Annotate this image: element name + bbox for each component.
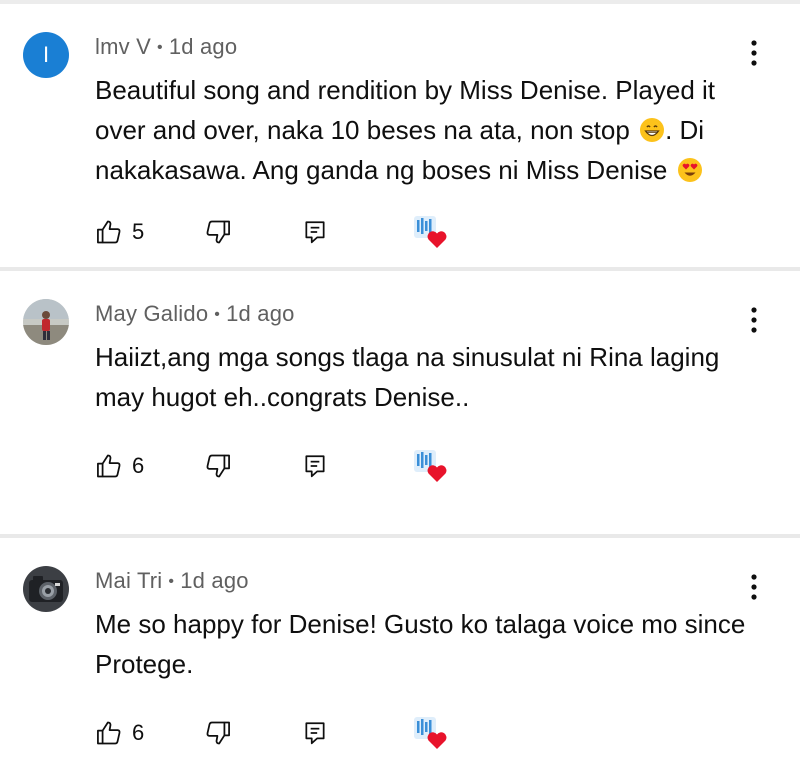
grinning-face-emoji <box>640 118 665 142</box>
comment-actions: 6 <box>95 713 495 753</box>
reply-button[interactable] <box>302 446 328 486</box>
author-name[interactable]: Mai Tri <box>95 568 162 593</box>
comment-actions: 6 <box>95 446 495 486</box>
reply-icon <box>305 221 325 244</box>
comment-text-part: Beautiful song and rendition by Miss Den… <box>95 75 716 145</box>
creator-heart-icon <box>414 717 447 749</box>
comment-item: I lmv V • 1d ago Beautiful song and rendit… <box>0 4 800 267</box>
reply-button[interactable] <box>302 212 328 252</box>
dislike-button[interactable] <box>204 713 232 753</box>
creator-heart <box>412 212 448 252</box>
reply-button[interactable] <box>302 713 328 753</box>
more-vert-icon <box>751 574 757 600</box>
meta-separator: • <box>157 39 163 56</box>
reply-icon <box>305 455 325 478</box>
like-button[interactable]: 5 <box>95 212 144 252</box>
author-name[interactable]: May Galido <box>95 301 208 326</box>
like-button[interactable]: 6 <box>95 446 144 486</box>
comment-meta: May Galido • 1d ago <box>95 301 295 327</box>
thumbs-up-icon <box>97 721 121 745</box>
meta-separator: • <box>168 573 175 590</box>
like-count: 6 <box>132 720 145 745</box>
like-count: 5 <box>132 219 145 244</box>
thumbs-down-icon <box>206 454 230 478</box>
reply-icon <box>305 722 325 745</box>
thumbs-down-icon <box>206 220 230 244</box>
avatar-photo <box>23 299 69 345</box>
thumbs-up-icon <box>97 220 121 244</box>
comment-time[interactable]: 1d ago <box>226 301 295 326</box>
comment-item: Mai Tri • 1d ago Me so happy for Denise! G… <box>0 538 800 774</box>
thumbs-up-icon <box>97 454 121 478</box>
creator-heart <box>412 446 448 486</box>
author-name[interactable]: lmv V <box>95 34 151 59</box>
more-vert-icon <box>751 307 757 333</box>
creator-heart-icon <box>414 450 447 482</box>
comment-meta: Mai Tri • 1d ago <box>95 568 249 594</box>
more-options-button[interactable] <box>742 305 766 335</box>
dislike-button[interactable] <box>204 212 232 252</box>
comment-meta: lmv V • 1d ago <box>95 34 237 60</box>
comment-text: Beautiful song and rendition by Miss Den… <box>95 70 755 190</box>
like-count: 6 <box>132 453 145 478</box>
heart-eyes-emoji <box>677 158 702 182</box>
comment-text: Me so happy for Denise! Gusto ko talaga … <box>95 609 746 679</box>
avatar[interactable] <box>23 299 69 345</box>
more-vert-icon <box>751 40 757 66</box>
avatar-letter: I <box>42 42 50 67</box>
avatar-photo <box>23 566 69 612</box>
comment-time[interactable]: 1d ago <box>169 34 238 59</box>
more-options-button[interactable] <box>742 572 766 602</box>
comment-time[interactable]: 1d ago <box>180 568 249 593</box>
comment-text: Haiizt,ang mga songs tlaga na sinusulat … <box>95 342 720 412</box>
comment-item: May Galido • 1d ago Haiizt,ang mga songs t… <box>0 271 800 534</box>
like-button[interactable]: 6 <box>95 713 144 753</box>
creator-heart-icon <box>414 216 447 248</box>
avatar[interactable] <box>23 566 69 612</box>
more-options-button[interactable] <box>742 38 766 68</box>
creator-heart <box>412 713 448 753</box>
dislike-button[interactable] <box>204 446 232 486</box>
meta-separator: • <box>214 306 221 323</box>
comment-actions: 5 <box>95 212 495 252</box>
avatar[interactable]: I <box>23 32 69 78</box>
thumbs-down-icon <box>206 721 230 745</box>
